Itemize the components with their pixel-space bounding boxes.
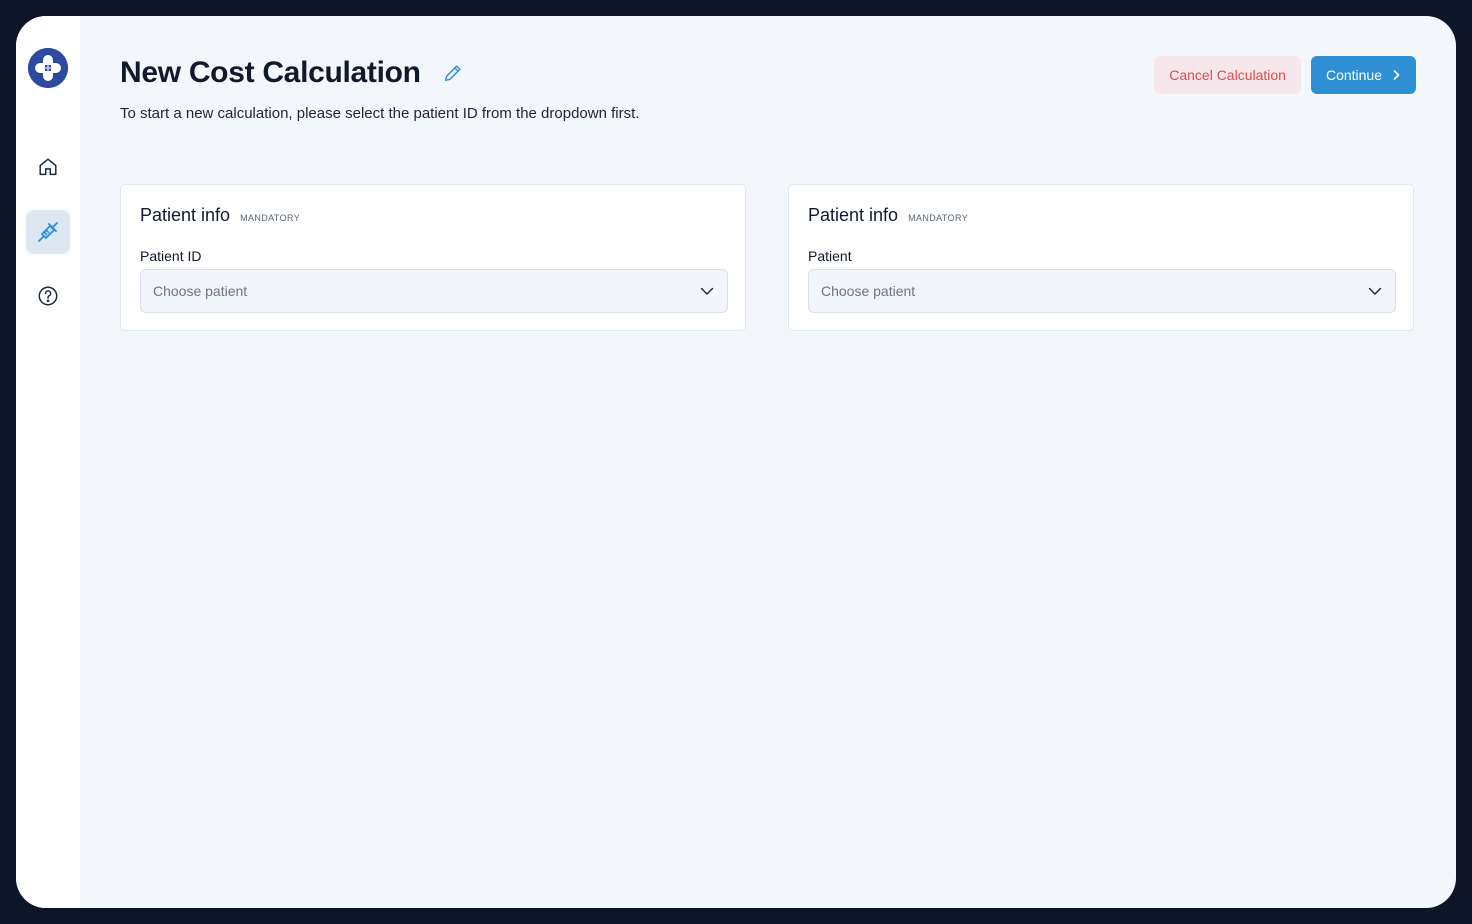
chevron-right-icon	[1393, 70, 1400, 80]
card-title: Patient info	[808, 205, 899, 225]
continue-label: Continue	[1325, 67, 1382, 83]
patient-info-card-id: Patient info MANDATORY Patient ID Choose…	[120, 184, 746, 331]
syringe-icon	[38, 222, 58, 242]
sidebar-item-calculation[interactable]	[26, 210, 70, 254]
patient-label: Patient	[808, 248, 852, 264]
device-frame: New Cost Calculation To start a new calc…	[0, 0, 1472, 924]
card-title: Patient info	[140, 205, 231, 225]
mandatory-badge: MANDATORY	[908, 213, 969, 223]
medical-cross-logo-icon	[28, 48, 68, 88]
app-logo	[28, 48, 68, 88]
card-header: Patient info MANDATORY	[808, 205, 968, 226]
sidebar-item-help[interactable]	[26, 274, 70, 318]
edit-title-button[interactable]	[441, 61, 465, 85]
page-title: New Cost Calculation	[120, 56, 421, 89]
patient-id-label: Patient ID	[140, 248, 202, 264]
help-icon	[38, 286, 58, 306]
home-icon	[39, 158, 57, 176]
cancel-calculation-label: Cancel Calculation	[1169, 67, 1286, 83]
patient-id-select-placeholder: Choose patient	[153, 283, 248, 299]
patient-info-card-patient: Patient info MANDATORY Patient Choose pa…	[788, 184, 1414, 331]
patient-id-select[interactable]: Choose patient	[140, 269, 728, 313]
header-actions: Cancel Calculation Continue	[1154, 56, 1416, 94]
chevron-down-icon	[1368, 287, 1382, 295]
patient-select-placeholder: Choose patient	[821, 283, 916, 299]
chevron-down-icon	[700, 287, 714, 295]
pencil-icon	[444, 65, 461, 82]
sidebar-item-home[interactable]	[26, 145, 70, 189]
continue-button[interactable]: Continue	[1310, 56, 1416, 94]
mandatory-badge: MANDATORY	[240, 213, 301, 223]
patient-select[interactable]: Choose patient	[808, 269, 1396, 313]
card-header: Patient info MANDATORY	[140, 205, 300, 226]
page-subtitle: To start a new calculation, please selec…	[120, 105, 640, 122]
title-row: New Cost Calculation	[120, 56, 465, 90]
sidebar	[16, 16, 80, 908]
app-screen: New Cost Calculation To start a new calc…	[16, 16, 1456, 908]
cancel-calculation-button[interactable]: Cancel Calculation	[1154, 56, 1301, 94]
main-content: New Cost Calculation To start a new calc…	[80, 16, 1456, 908]
